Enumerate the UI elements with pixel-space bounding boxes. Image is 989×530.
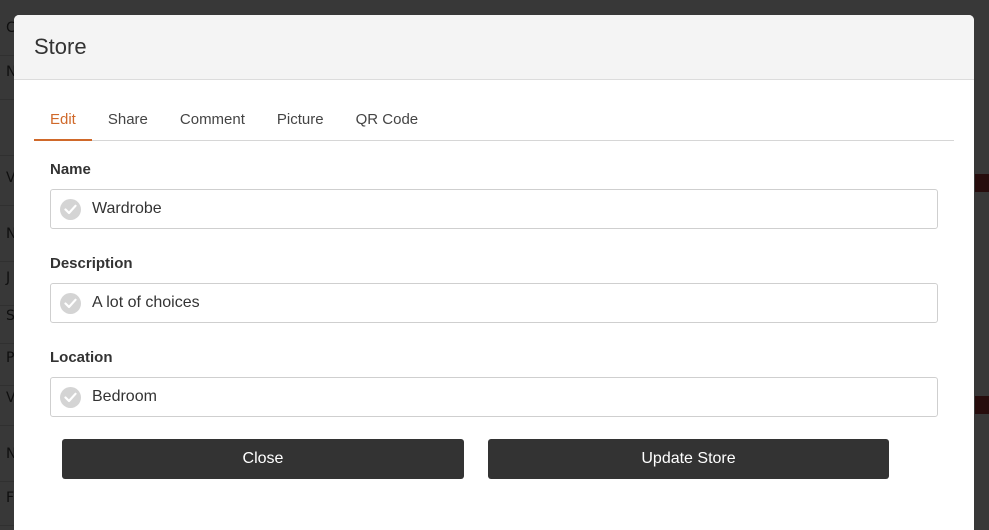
description-field (50, 283, 938, 323)
name-field (50, 189, 938, 229)
check-circle-icon (60, 292, 81, 314)
modal-title: Store (34, 34, 87, 59)
name-label: Name (50, 161, 91, 178)
check-circle-icon (60, 386, 81, 408)
update-store-button[interactable]: Update Store (488, 439, 889, 479)
tab-share[interactable]: Share (92, 106, 164, 141)
location-label: Location (50, 349, 113, 366)
description-input[interactable] (92, 294, 912, 312)
location-input[interactable] (92, 388, 912, 406)
check-circle-icon (60, 198, 81, 220)
tab-edit[interactable]: Edit (34, 106, 92, 141)
modal-header: Store (14, 15, 974, 80)
close-button[interactable]: Close (62, 439, 464, 479)
store-modal: Store Edit Share Comment Picture QR Code… (14, 15, 974, 530)
tab-comment[interactable]: Comment (164, 106, 261, 141)
tab-bar: Edit Share Comment Picture QR Code (34, 106, 954, 141)
name-input[interactable] (92, 200, 912, 218)
tab-picture[interactable]: Picture (261, 106, 340, 141)
description-label: Description (50, 255, 133, 272)
tab-qr-code[interactable]: QR Code (340, 106, 435, 141)
location-field (50, 377, 938, 417)
